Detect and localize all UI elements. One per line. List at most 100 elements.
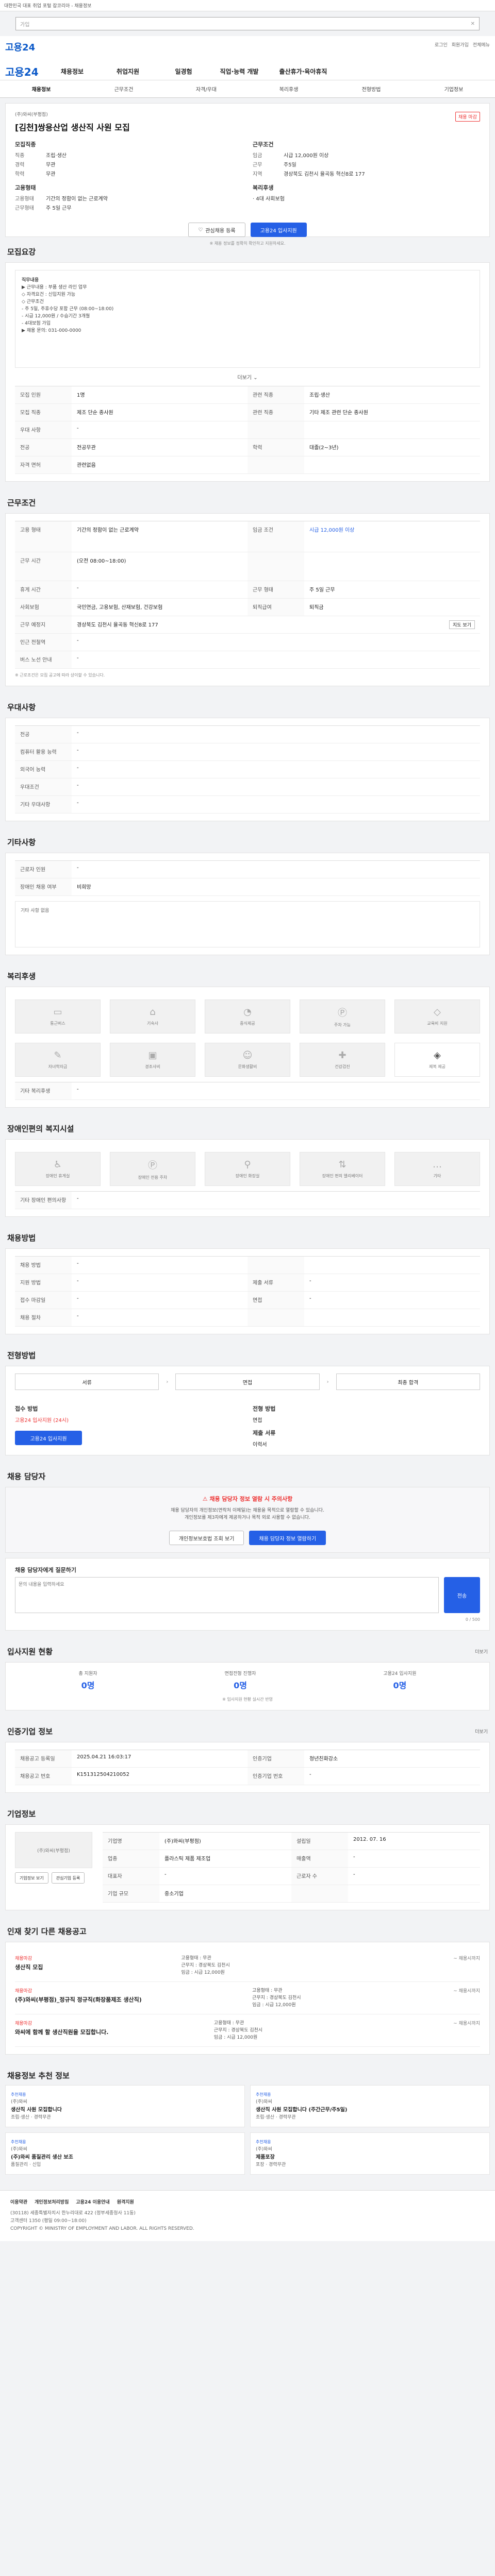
banner-text: 대한민국 대표 취업 포털 잡코리아 - 채용정보	[4, 4, 92, 9]
summary-row: 고용형태 기간의 정함이 없는 근로계약	[15, 195, 242, 204]
table-value: -	[72, 861, 480, 878]
welfare-item: ✎ 자녀학자금	[15, 1043, 101, 1077]
list-item[interactable]: 채용마감 (주)와씨(부평점)_정규직 정규직(화장품제조 생산직) 고용형태 :…	[15, 1982, 480, 2014]
all-menu-link[interactable]: 전체메뉴	[473, 41, 490, 48]
summary-key: 경력	[15, 162, 25, 168]
recommend-card[interactable]: 추천채용 (주)와씨 생산직 사원 모집합니다 (주간근무/주5일) 조립·생산 · …	[250, 2085, 490, 2127]
table-value: 주 5일 근무	[304, 581, 480, 599]
related-info-line: 고용형태 : 무관	[252, 1988, 283, 1993]
table-key: 채용 방법	[15, 1257, 72, 1274]
company-name[interactable]: (주)와씨(부평점)	[15, 111, 480, 117]
recommend-title[interactable]: 제품포장	[256, 2154, 484, 2161]
recommend-title[interactable]: 생산직 사원 모집합니다 (주간근무/주5일)	[256, 2106, 484, 2114]
process-apply-button[interactable]: 고용24 입사지원	[15, 1431, 82, 1445]
status-more-link[interactable]: 더보기	[475, 1648, 488, 1655]
elevator-icon: ⇅	[338, 1159, 346, 1170]
footer-link[interactable]: 원격지원	[117, 2199, 134, 2207]
address-text: 가입	[20, 22, 30, 28]
tab-prefer[interactable]: 자격/우대	[165, 85, 248, 93]
footer-link[interactable]: 고용24 이용안내	[76, 2199, 109, 2207]
company-info-button[interactable]: 기업정보 보기	[15, 1872, 48, 1884]
recommend-company: (주)와씨	[256, 2099, 272, 2105]
footer-link[interactable]: 개인정보처리방침	[35, 2199, 69, 2207]
company-table: 기업명 (주)와씨(부평점) 설립일 2012. 07. 16 업종 플라스틱 제품 제…	[103, 1832, 480, 1903]
table-key: 근로자 수	[291, 1868, 348, 1885]
nav-item-jobs[interactable]: 채용정보	[44, 67, 100, 76]
table-key: 채용 절차	[15, 1309, 72, 1327]
related-date: ~ 채용시까지	[453, 2021, 480, 2026]
nav-item-leave[interactable]: 출산휴가·육아휴직	[267, 67, 339, 76]
privacy-button[interactable]: 개인정보보호법 조회 보기	[169, 1531, 244, 1545]
table-value: -	[72, 421, 248, 439]
table-value: -	[72, 634, 480, 651]
detail-tabs: 채용정보 근무조건 자격/우대 복리후생 전형방법 기업정보	[0, 80, 495, 98]
desc-line: - 시급 12,000원 / 수습기간 3개월	[22, 314, 90, 319]
nav-item-experience[interactable]: 일경험	[156, 67, 211, 76]
login-link[interactable]: 로그인	[435, 41, 448, 48]
info-header: 인증기업 정보 더보기	[7, 1726, 488, 1737]
recommend-card[interactable]: 추천채용 (주)와씨 생산직 사원 모집합니다 조립·생산 · 경력무관	[5, 2085, 245, 2127]
list-item[interactable]: 채용마감 와씨에 함께 할 생산직원을 모집합니다. 고용형태 : 무관 근무지 :…	[15, 2014, 480, 2047]
tab-recruit[interactable]: 채용정보	[0, 85, 82, 93]
related-info: 고용형태 : 무관 근무지 : 경상북도 김천시 임금 : 시급 12,000원	[252, 1987, 386, 2009]
map-button[interactable]: 지도 보기	[449, 620, 475, 629]
list-item[interactable]: 채용마감 생산직 모집 고용형태 : 무관 근무지 : 경상북도 김천시 임금 : 시…	[15, 1950, 480, 1982]
nav-item-support[interactable]: 취업지원	[100, 67, 156, 76]
recommend-card[interactable]: 추천채용 (주)와씨 제품포장 포장 · 경력무관	[250, 2132, 490, 2175]
address-bar[interactable]: 가입 ✕	[15, 17, 480, 30]
summary-value: 시급 12,000원 이상	[284, 153, 329, 159]
table-key: 사회보험	[15, 599, 72, 616]
address-bar-area: 가입 ✕	[0, 11, 495, 36]
process-card: 서류 › 면접 › 최종 합격 접수 방법 고용24 입사지원 (24시) 고용…	[5, 1366, 490, 1455]
nav-logo[interactable]: 고용24	[5, 64, 44, 79]
favorite-button[interactable]: ♡ 관심채용 등록	[188, 223, 245, 237]
inquiry-row: 전송	[15, 1577, 480, 1613]
more-button[interactable]: 더보기 ⌄	[15, 373, 480, 381]
table-value: 국민연금, 고용보험, 산재보험, 건강보험	[72, 599, 248, 616]
recruit-card: 직무내용 ▶ 근무내용 : 부품 생산 라인 업무 ◇ 자격요건 : 신입지원 …	[5, 262, 490, 482]
parking-icon: Ⓟ	[148, 1160, 157, 1171]
job-title: [김천]쌍용산업 생산직 사원 모집	[15, 123, 130, 132]
related-title[interactable]: 와씨에 함께 할 생산직원을 모집합니다.	[15, 2028, 108, 2036]
recommend-title[interactable]: 생산직 사원 모집합니다	[11, 2106, 239, 2114]
table-key: 매출액	[291, 1850, 348, 1868]
summary-key: 근무형태	[15, 206, 34, 211]
recommend-card[interactable]: 추천채용 (주)와씨 (주)와씨 품질관리 생산 보조 품질관리 · 신입	[5, 2132, 245, 2175]
table-value: 1명	[72, 386, 248, 404]
summary-right: 근무조건 임금 시급 12,000원 이상 근무 주5일 지역 경상북도 김천시 율곡…	[253, 140, 480, 213]
related-title[interactable]: 생산직 모집	[15, 1963, 43, 1971]
table-value: -	[72, 1309, 248, 1327]
footer-line: 고객센터 1350 (평일 09:00~18:00)	[10, 2218, 87, 2224]
inquiry-send-button[interactable]: 전송	[444, 1577, 480, 1613]
close-icon[interactable]: ✕	[471, 21, 475, 27]
tab-process[interactable]: 전형방법	[330, 85, 412, 93]
view-manager-button[interactable]: 채용 담당자 정보 열람하기	[249, 1531, 326, 1545]
arrow-right-icon: ›	[326, 1379, 329, 1385]
footer-link[interactable]: 이용약관	[10, 2199, 27, 2207]
step-label: 최종 합격	[398, 1380, 419, 1386]
related-title[interactable]: (주)와씨(부평점)_정규직 정규직(화장품제조 생산직)	[15, 1995, 185, 2004]
apply-button[interactable]: 고용24 입사지원	[250, 223, 307, 237]
info-more-link[interactable]: 더보기	[475, 1728, 488, 1735]
company-fav-button[interactable]: 관심기업 등록	[51, 1872, 85, 1884]
table-value: -	[72, 1082, 480, 1100]
job-description-box: 직무내용 ▶ 근무내용 : 부품 생산 라인 업무 ◇ 자격요건 : 신입지원 …	[15, 270, 480, 368]
tab-company[interactable]: 기업정보	[412, 85, 495, 93]
restroom-icon: ⚲	[244, 1159, 251, 1170]
tab-welfare[interactable]: 복리후생	[248, 85, 330, 93]
tab-work[interactable]: 근무조건	[82, 85, 165, 93]
related-info-line: 임금 : 시급 12,000원	[213, 2035, 258, 2040]
process-step: 서류	[15, 1374, 159, 1390]
site-logo[interactable]: 고용24	[5, 40, 35, 54]
nav-item-training[interactable]: 직업·능력 개발	[211, 67, 267, 76]
method-table: 채용 방법 - 지원 방법 - 제출 서류 - 접수 마감일 - 면접 - 채용 절차 -	[15, 1256, 480, 1327]
inquiry-input[interactable]	[15, 1577, 439, 1613]
table-value	[348, 1885, 480, 1903]
recommend-company: (주)와씨	[11, 2099, 27, 2105]
more-jobs-grid: 추천채용 (주)와씨 생산직 사원 모집합니다 조립·생산 · 경력무관 추천채용 (주…	[5, 2085, 490, 2175]
summary-value: 경상북도 김천시 율곡동 혁신8로 177	[284, 172, 365, 177]
recommend-title[interactable]: (주)와씨 품질관리 생산 보조	[11, 2154, 239, 2161]
info-table: 채용공고 등록일 2025.04.21 16:03:17 인증기업 청년친화강소 채용…	[15, 1750, 480, 1785]
signup-link[interactable]: 회원가입	[452, 41, 469, 48]
disabled-icons: ♿ 장애인 휴게실 Ⓟ 장애인 전용 주차 ⚲ 장애인 화장실 ⇅ 장애인 편의 엘리베…	[15, 1152, 480, 1186]
